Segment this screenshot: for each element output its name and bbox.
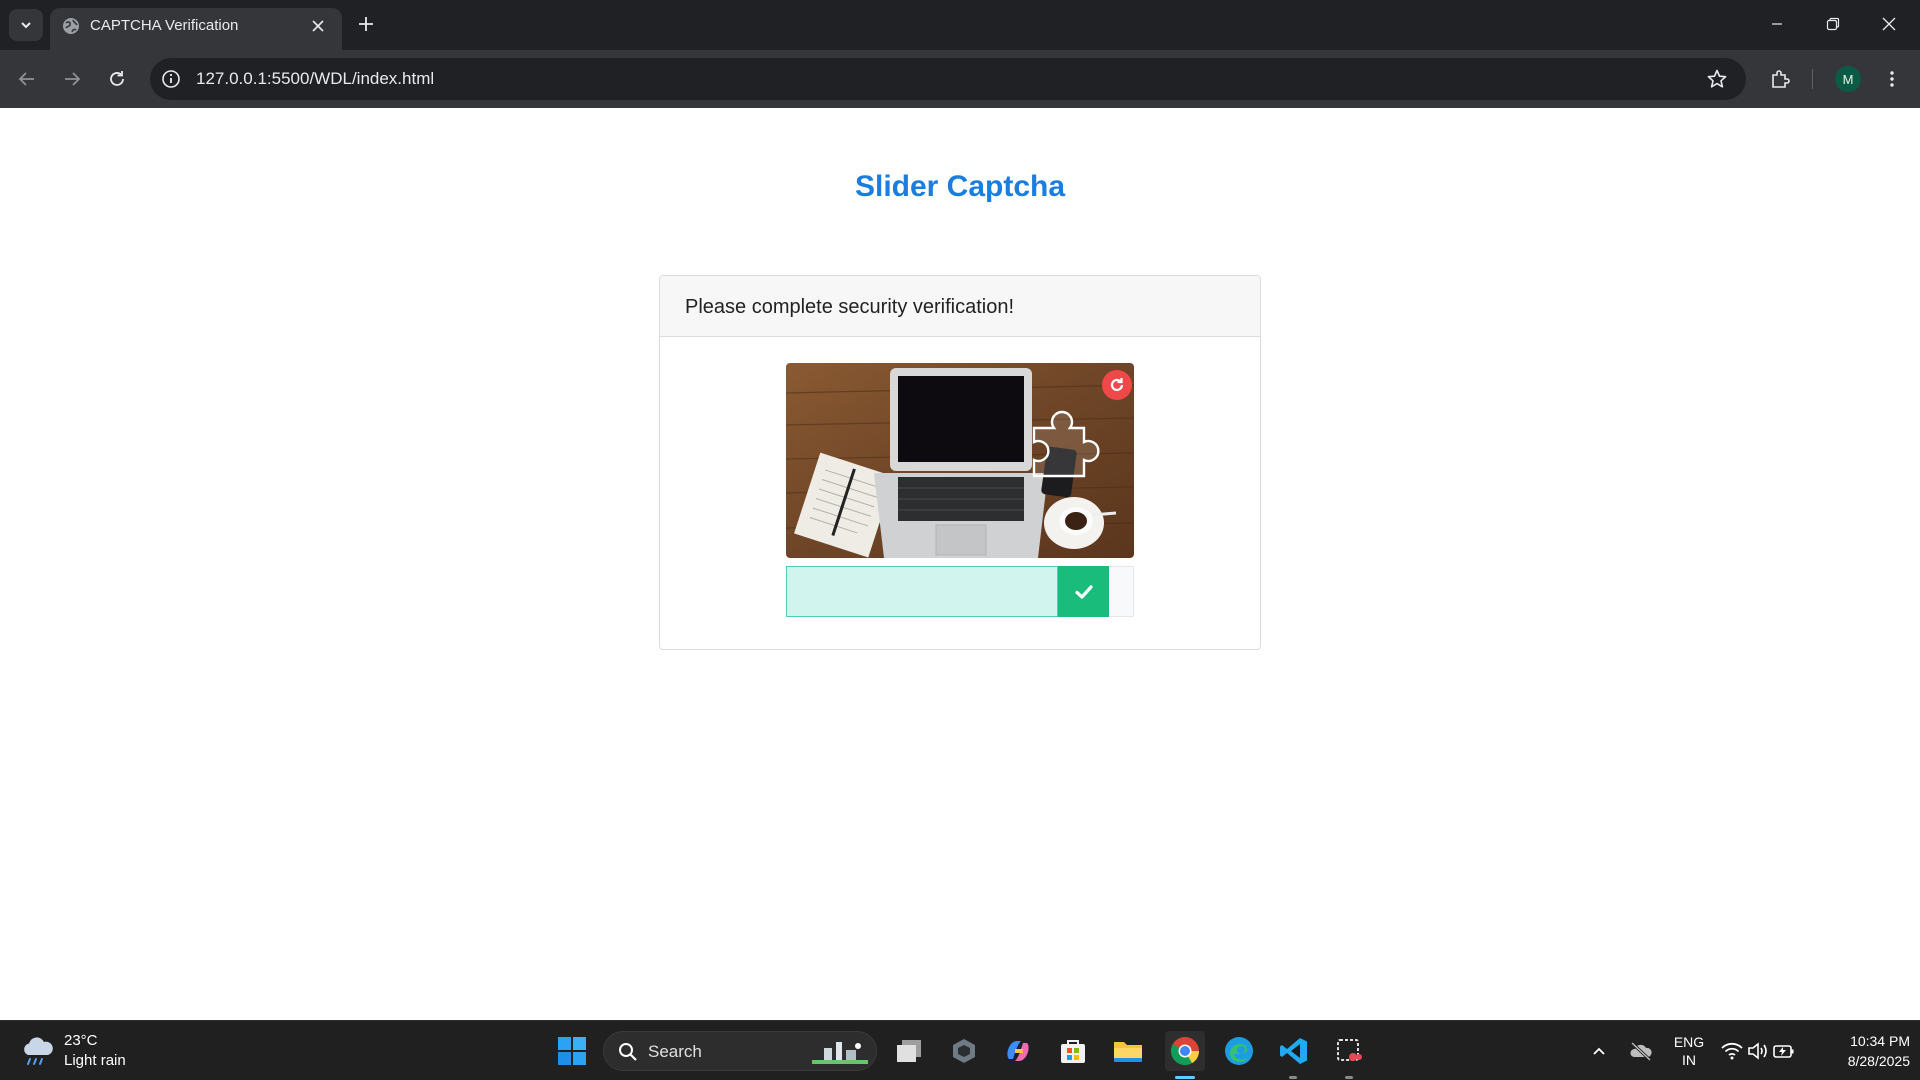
arrow-right-icon <box>65 72 81 86</box>
chevron-up-icon <box>1593 1047 1605 1055</box>
edge-button[interactable] <box>1221 1033 1257 1069</box>
more-vertical-icon <box>1890 71 1894 87</box>
copilot-button[interactable] <box>1000 1033 1036 1069</box>
taskbar: 23°C Light rain Search ENG IN 10:34 PM 8… <box>0 1020 1920 1080</box>
card-header: Please complete security verification! <box>660 276 1260 337</box>
rain-cloud-icon[interactable] <box>20 1035 56 1067</box>
slider-track <box>786 566 1134 617</box>
snipping-tool-icon <box>1337 1039 1362 1061</box>
browser-tab[interactable]: CAPTCHA Verification <box>50 8 342 50</box>
vscode-icon <box>1280 1038 1307 1064</box>
vscode-running-indicator <box>1289 1076 1297 1079</box>
weather-description[interactable]: Light rain <box>64 1052 126 1069</box>
chevron-down-icon <box>21 22 31 29</box>
plus-icon <box>359 17 373 31</box>
captcha-card: Please complete security verification! <box>659 275 1261 650</box>
task-view-button[interactable] <box>891 1033 927 1069</box>
close-icon <box>312 20 324 32</box>
minimize-button[interactable] <box>1754 8 1800 40</box>
widgets-app-button[interactable] <box>946 1033 982 1069</box>
web-page: Slider Captcha Please complete security … <box>0 108 1920 1020</box>
folder-icon <box>1114 1042 1142 1062</box>
start-button[interactable] <box>554 1033 590 1069</box>
cloud-off-icon <box>1630 1041 1652 1061</box>
snipping-tool-button[interactable] <box>1331 1033 1367 1069</box>
microsoft-store-button[interactable] <box>1055 1033 1091 1069</box>
onedrive-status-button[interactable] <box>1624 1033 1658 1069</box>
search-label: Search <box>648 1042 702 1061</box>
reload-icon <box>110 71 124 86</box>
clock-time: 10:34 PM <box>1850 1033 1910 1049</box>
tab-search-button[interactable] <box>9 9 43 41</box>
refresh-captcha-button[interactable] <box>1102 370 1132 400</box>
slider-handle[interactable] <box>1058 566 1109 617</box>
language-code: ENG <box>1673 1034 1705 1050</box>
file-explorer-button[interactable] <box>1110 1033 1146 1069</box>
system-clock[interactable]: 10:34 PM 8/28/2025 <box>1810 1031 1910 1071</box>
profile-avatar[interactable]: M <box>1835 66 1861 92</box>
slider-fill <box>786 566 1058 617</box>
copilot-icon <box>1007 1041 1029 1061</box>
widgets-icon <box>953 1039 975 1063</box>
tab-title: CAPTCHA Verification <box>90 17 239 34</box>
store-icon <box>1061 1040 1085 1063</box>
extensions-button[interactable] <box>1765 63 1797 95</box>
close-tab-button[interactable] <box>308 16 328 36</box>
battery-charging-icon <box>1773 1045 1794 1058</box>
laptop <box>874 368 1048 558</box>
captcha-image <box>786 363 1134 558</box>
restore-button[interactable] <box>1810 8 1856 40</box>
region-code: IN <box>1682 1052 1696 1068</box>
language-indicator[interactable]: ENG IN <box>1664 1033 1714 1069</box>
close-icon <box>1882 17 1896 31</box>
new-tab-button[interactable] <box>354 12 378 36</box>
arrow-left-icon <box>18 72 34 86</box>
quick-settings-button[interactable] <box>1718 1033 1798 1069</box>
volume-icon <box>1748 1042 1767 1060</box>
windows-start-icon <box>558 1037 586 1065</box>
address-bar[interactable]: 127.0.0.1:5500/WDL/index.html <box>150 58 1746 100</box>
browser-menu-button[interactable] <box>1876 63 1908 95</box>
restore-icon <box>1826 17 1840 31</box>
close-window-button[interactable] <box>1866 8 1912 40</box>
chrome-active-indicator <box>1175 1076 1195 1079</box>
task-view-icon <box>897 1040 921 1062</box>
back-button[interactable] <box>11 63 43 95</box>
taskbar-search[interactable]: Search <box>603 1031 877 1071</box>
site-info-icon[interactable] <box>160 68 182 90</box>
check-icon <box>1074 584 1093 599</box>
forward-button[interactable] <box>56 63 88 95</box>
reload-button[interactable] <box>101 63 133 95</box>
chrome-icon <box>1171 1037 1199 1065</box>
search-highlight-icon <box>812 1042 868 1064</box>
refresh-icon <box>1110 378 1124 392</box>
chrome-taskbar-button[interactable] <box>1165 1031 1205 1071</box>
snipping-running-indicator <box>1345 1076 1353 1079</box>
url-text[interactable]: 127.0.0.1:5500/WDL/index.html <box>196 69 434 89</box>
page-title: Slider Captcha <box>854 170 1066 203</box>
wifi-icon <box>1721 1042 1743 1060</box>
browser-toolbar: 127.0.0.1:5500/WDL/index.html M <box>0 50 1920 108</box>
bookmark-star-icon[interactable] <box>1706 68 1728 90</box>
globe-icon <box>63 18 79 34</box>
toolbar-divider <box>1812 69 1813 89</box>
card-header-text: Please complete security verification! <box>685 296 1015 318</box>
browser-tab-bar: CAPTCHA Verification <box>0 0 1920 50</box>
puzzle-extension-icon <box>1772 70 1790 88</box>
vscode-button[interactable] <box>1276 1033 1312 1069</box>
minimize-icon <box>1772 23 1782 25</box>
search-icon <box>619 1043 637 1061</box>
edge-icon <box>1225 1037 1253 1065</box>
show-hidden-icons-button[interactable] <box>1584 1033 1614 1069</box>
weather-temperature[interactable]: 23°C <box>64 1032 98 1049</box>
clock-date: 8/28/2025 <box>1847 1053 1910 1069</box>
